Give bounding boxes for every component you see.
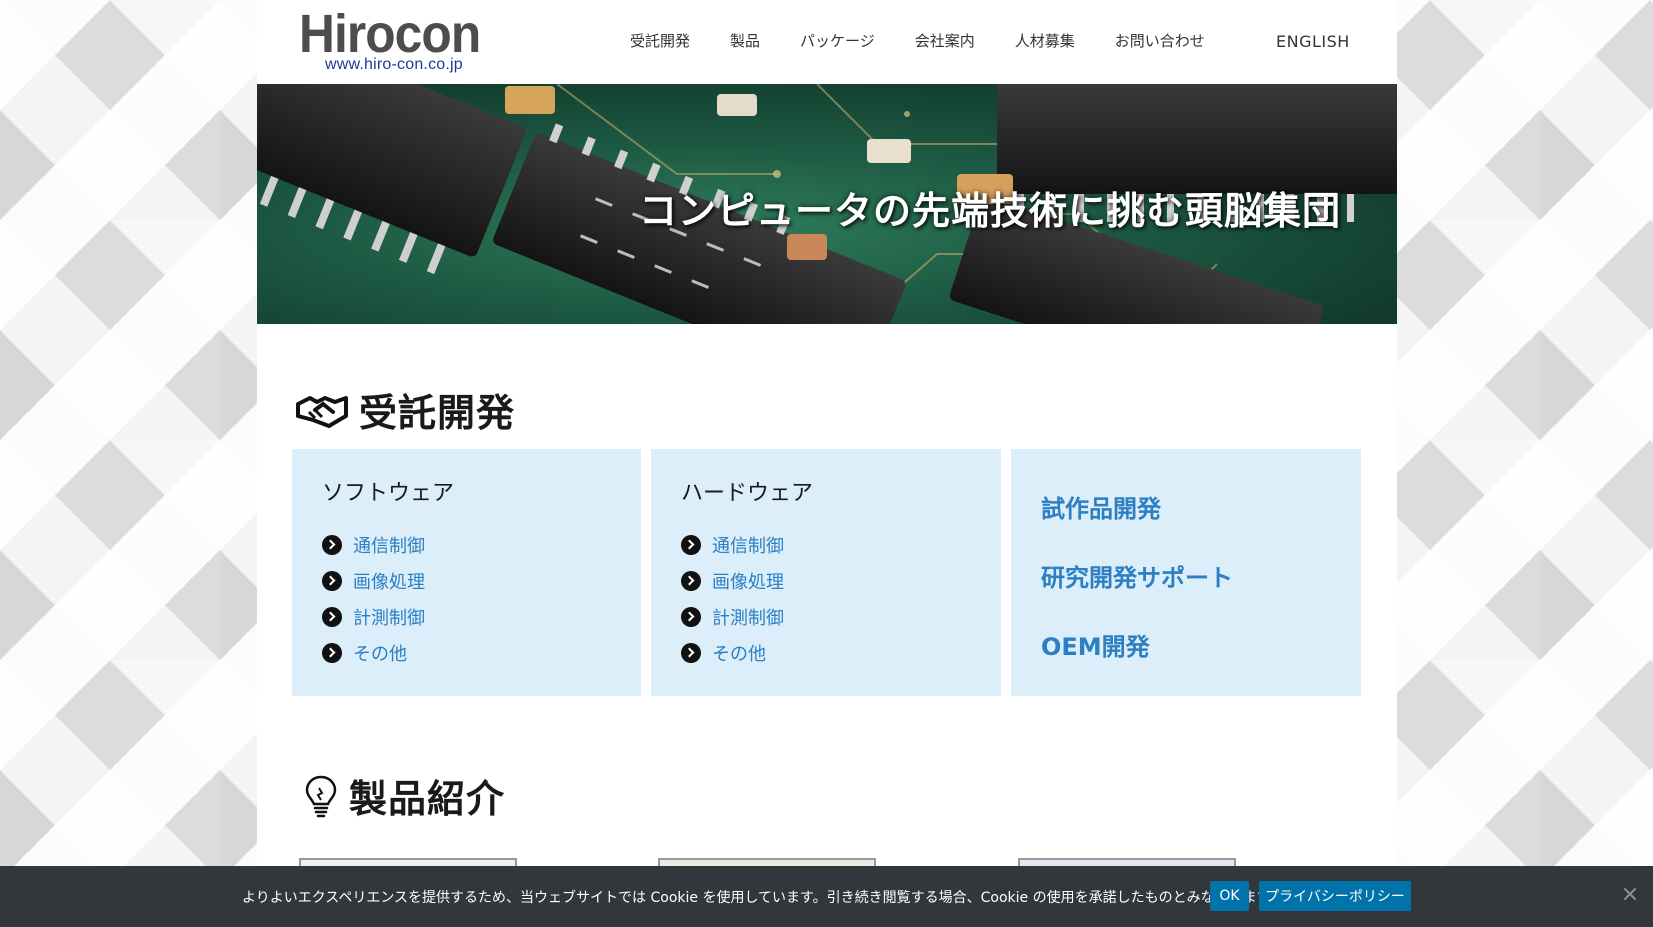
chevron-right-icon xyxy=(322,607,342,627)
link-prototype-dev[interactable]: 試作品開発 xyxy=(1041,489,1161,524)
hardware-link-measure[interactable]: 計測制御 xyxy=(712,604,784,630)
list-item: 画像処理 xyxy=(681,563,784,599)
section-contract-title: 受託開発 xyxy=(359,391,516,435)
card-hardware: ハードウェア 通信制御 画像処理 計測制御 その他 xyxy=(651,449,1001,696)
link-oem-dev[interactable]: OEM開発 xyxy=(1041,627,1150,662)
software-link-image[interactable]: 画像処理 xyxy=(353,568,425,594)
nav-english[interactable]: ENGLISH xyxy=(1276,32,1350,51)
list-item: 通信制御 xyxy=(322,527,425,563)
site-logo[interactable]: Hirocon www.hiro-con.co.jp xyxy=(299,4,499,78)
card-other-services: 試作品開発 研究開発サポート OEM開発 xyxy=(1011,449,1361,696)
hero-banner: コンピュータの先端技術に挑む頭脳集団 xyxy=(257,84,1397,324)
cookie-notice-text: よりよいエクスペリエンスを提供するため、当ウェブサイトでは Cookie を使用… xyxy=(242,890,1284,906)
list-item: 計測制御 xyxy=(681,599,784,635)
chevron-right-icon xyxy=(322,571,342,591)
list-item: その他 xyxy=(322,635,425,671)
chevron-right-icon xyxy=(681,607,701,627)
logo-wordmark: Hirocon xyxy=(299,4,481,64)
card-software-title: ソフトウェア xyxy=(322,481,455,506)
nav-contact[interactable]: お問い合わせ xyxy=(1115,30,1205,51)
cookie-ok-button[interactable]: OK xyxy=(1210,881,1249,911)
section-contract-heading: 受託開発 xyxy=(295,382,515,437)
list-item: その他 xyxy=(681,635,784,671)
software-link-other[interactable]: その他 xyxy=(353,640,407,666)
card-hardware-title: ハードウェア xyxy=(681,481,814,506)
nav-company[interactable]: 会社案内 xyxy=(915,30,975,51)
nav-packages[interactable]: パッケージ xyxy=(800,30,875,51)
software-link-list: 通信制御 画像処理 計測制御 その他 xyxy=(322,527,425,671)
section-products-heading: 製品紹介 xyxy=(303,768,505,823)
link-rnd-support[interactable]: 研究開発サポート xyxy=(1041,558,1233,593)
hardware-link-other[interactable]: その他 xyxy=(712,640,766,666)
software-link-comm[interactable]: 通信制御 xyxy=(353,532,425,558)
chevron-right-icon xyxy=(322,643,342,663)
close-icon[interactable] xyxy=(1620,884,1640,904)
section-products-title: 製品紹介 xyxy=(349,777,506,821)
software-link-measure[interactable]: 計測制御 xyxy=(353,604,425,630)
hardware-link-image[interactable]: 画像処理 xyxy=(712,568,784,594)
list-item: 画像処理 xyxy=(322,563,425,599)
hardware-link-comm[interactable]: 通信制御 xyxy=(712,532,784,558)
list-item: 計測制御 xyxy=(322,599,425,635)
cookie-consent-bar: よりよいエクスペリエンスを提供するため、当ウェブサイトでは Cookie を使用… xyxy=(0,866,1653,927)
chevron-right-icon xyxy=(681,535,701,555)
nav-products[interactable]: 製品 xyxy=(730,30,760,51)
list-item: 通信制御 xyxy=(681,527,784,563)
chevron-right-icon xyxy=(681,571,701,591)
hero-tagline: コンピュータの先端技術に挑む頭脳集団 xyxy=(639,188,1342,233)
card-software: ソフトウェア 通信制御 画像処理 計測制御 その他 xyxy=(292,449,641,696)
page-container: Hirocon www.hiro-con.co.jp 受託開発 製品 パッケージ… xyxy=(257,0,1397,927)
site-header: Hirocon www.hiro-con.co.jp 受託開発 製品 パッケージ… xyxy=(257,0,1397,84)
hardware-link-list: 通信制御 画像処理 計測制御 その他 xyxy=(681,527,784,671)
main-nav: 受託開発 製品 パッケージ 会社案内 人材募集 お問い合わせ xyxy=(630,30,1245,51)
lightbulb-icon xyxy=(305,775,337,817)
chevron-right-icon xyxy=(681,643,701,663)
privacy-policy-button[interactable]: プライバシーポリシー xyxy=(1259,881,1411,911)
logo-url: www.hiro-con.co.jp xyxy=(325,56,463,73)
handshake-icon xyxy=(296,395,348,428)
nav-contract-dev[interactable]: 受託開発 xyxy=(630,30,690,51)
nav-recruit[interactable]: 人材募集 xyxy=(1015,30,1075,51)
chevron-right-icon xyxy=(322,535,342,555)
